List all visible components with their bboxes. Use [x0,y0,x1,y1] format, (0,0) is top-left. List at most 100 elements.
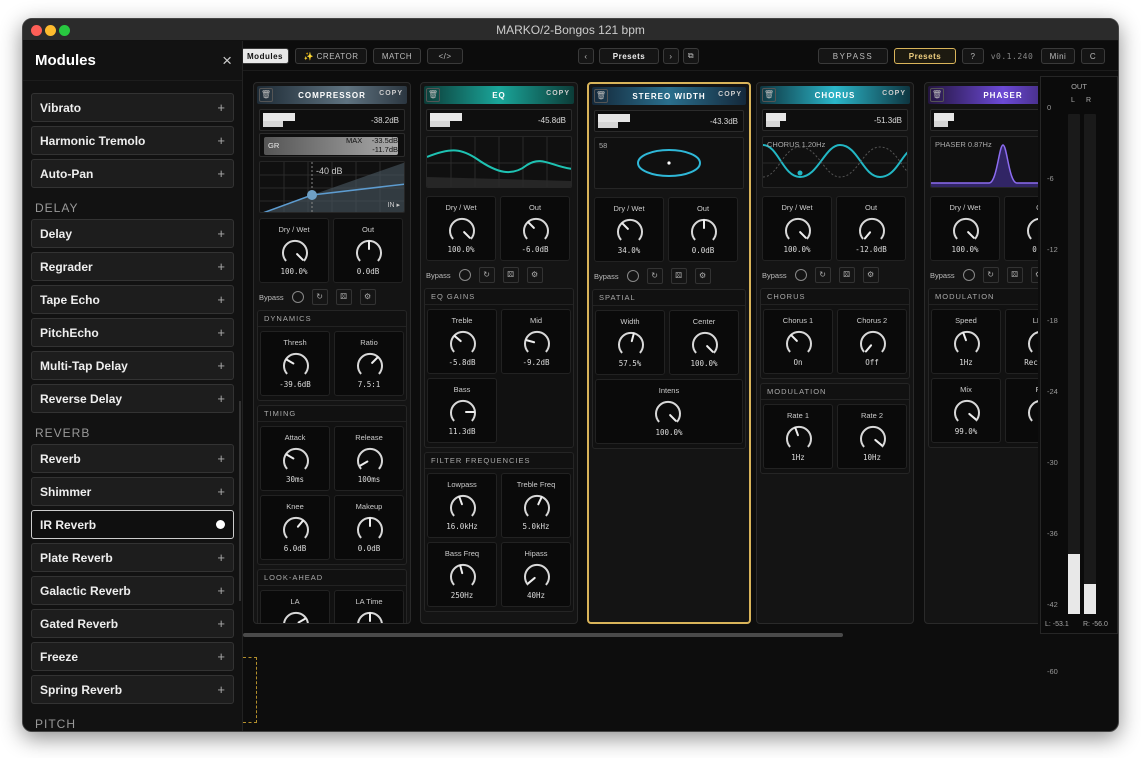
plus-icon[interactable]: + [217,583,225,598]
knob-dial[interactable] [523,329,551,357]
presets-dropdown[interactable]: Presets [599,48,659,64]
module-item-delay[interactable]: Delay + [31,219,234,248]
knob-dial[interactable] [616,217,644,245]
rack-horizontal-scrollbar[interactable] [243,633,843,637]
plus-icon[interactable]: + [217,100,225,115]
refresh-icon[interactable]: ↻ [982,267,999,283]
release-knob[interactable]: Release 100ms [334,426,404,491]
plus-icon[interactable]: + [217,682,225,697]
bypass-all-button[interactable]: BYPASS [818,48,888,64]
knob-dial[interactable] [617,330,645,358]
prev-preset-button[interactable]: ‹ [578,48,594,64]
knob-dial[interactable] [356,351,384,379]
treble-knob[interactable]: Treble -5.8dB [427,309,497,374]
drywet-knob[interactable]: Dry / Wet 34.0% [594,197,664,262]
random-icon[interactable]: ⚄ [670,268,687,284]
lowpass-knob[interactable]: Lowpass 16.0kHz [427,473,497,538]
plus-icon[interactable]: + [217,166,225,181]
plus-icon[interactable]: + [217,325,225,340]
plus-icon[interactable]: + [217,259,225,274]
trash-icon[interactable]: 🗑 [594,89,608,103]
mix-knob[interactable]: Mix 99.0% [931,378,1001,443]
plus-icon[interactable]: + [217,451,225,466]
random-icon[interactable]: ⚄ [502,267,519,283]
hipass-knob[interactable]: Hipass 40Hz [501,542,571,607]
rate-1-knob[interactable]: Rate 1 1Hz [763,404,833,469]
phaser-display[interactable]: PHASER 0.87Hz [930,136,1038,188]
knob-dial[interactable] [449,398,477,426]
plus-icon[interactable]: + [217,616,225,631]
module-item-freeze[interactable]: Freeze + [31,642,234,671]
out-knob[interactable]: Out -6.0dB [500,196,570,261]
knob-dial[interactable] [952,216,980,244]
width-knob[interactable]: Width 57.5% [595,310,665,375]
bypass-toggle[interactable] [291,291,304,303]
makeup-knob[interactable]: Makeup 0.0dB [334,495,404,560]
knob-dial[interactable] [282,515,310,543]
stereo-width-panel[interactable]: 🗑 STEREO WIDTH COPY -43.3dB 58 Dry / Wet… [587,82,751,624]
chorus-1-toggle[interactable]: Chorus 1 On [763,309,833,374]
gear-icon[interactable]: ⚙ [1030,267,1038,283]
center-knob[interactable]: Center 100.0% [669,310,739,375]
attack-knob[interactable]: Attack 30ms [260,426,330,491]
module-item-multi-tap-delay[interactable]: Multi-Tap Delay + [31,351,234,380]
module-item-auto-pan[interactable]: Auto-Pan + [31,159,234,188]
module-item-spring-reverb[interactable]: Spring Reverb + [31,675,234,704]
stereo-field-display[interactable]: 58 [594,137,744,189]
bypass-toggle[interactable] [458,269,471,281]
knob-dial[interactable] [691,330,719,358]
knob-dial[interactable] [449,329,477,357]
knob-dial[interactable] [523,493,551,521]
close-icon[interactable]: × [222,51,232,71]
refresh-icon[interactable]: ↻ [478,267,495,283]
drop-zone[interactable] [243,657,257,723]
intens-knob[interactable]: Intens 100.0% [595,379,743,444]
refresh-icon[interactable]: ↻ [814,267,831,283]
mini-button[interactable]: Mini [1041,48,1075,64]
trash-icon[interactable]: 🗑 [259,88,273,102]
module-item-ir-reverb[interactable]: IR Reverb [31,510,234,539]
knob-dial[interactable] [785,329,813,357]
refresh-icon[interactable]: ↻ [646,268,663,284]
drywet-knob[interactable]: Dry / Wet 100.0% [259,218,329,283]
knob-dial[interactable] [784,216,812,244]
knob-dial[interactable] [858,216,886,244]
gear-icon[interactable]: ⚙ [359,289,376,305]
random-icon[interactable]: ⚄ [1006,267,1023,283]
plus-icon[interactable]: + [217,226,225,241]
speed-knob[interactable]: Speed 1Hz [931,309,1001,374]
out-knob[interactable]: Out 0.0dB [668,197,738,262]
module-item-gated-reverb[interactable]: Gated Reverb + [31,609,234,638]
feedback-knob[interactable]: Fe 0 [1005,378,1038,443]
gear-icon[interactable]: ⚙ [526,267,543,283]
bass-freq-knob[interactable]: Bass Freq 250Hz [427,542,497,607]
treble-freq-knob[interactable]: Treble Freq 5.0kHz [501,473,571,538]
copy-button[interactable]: COPY [718,91,742,98]
plus-icon[interactable]: + [217,133,225,148]
bypass-toggle[interactable] [626,270,639,282]
out-knob[interactable]: O 0.0 [1004,196,1038,261]
module-item-harmonic-tremolo[interactable]: Harmonic Tremolo + [31,126,234,155]
thresh-knob[interactable]: Thresh -39.6dB [260,331,330,396]
knob-dial[interactable] [1026,216,1038,244]
plus-icon[interactable]: + [217,358,225,373]
chorus-lfo-display[interactable]: CHORUS 1.20Hz [762,136,908,188]
bypass-toggle[interactable] [794,269,807,281]
knob-dial[interactable] [523,562,551,590]
plus-icon[interactable]: + [217,292,225,307]
plus-icon[interactable]: + [217,550,225,565]
module-item-plate-reverb[interactable]: Plate Reverb + [31,543,234,572]
knob-dial[interactable] [1027,398,1038,426]
trash-icon[interactable]: 🗑 [930,88,944,102]
module-item-pitchecho[interactable]: PitchEcho + [31,318,234,347]
sidebar-scrollbar[interactable] [239,401,241,601]
gear-icon[interactable]: ⚙ [694,268,711,284]
gear-icon[interactable]: ⚙ [862,267,879,283]
knob-dial[interactable] [282,351,310,379]
duplicate-icon[interactable]: ⧉ [683,48,699,64]
copy-button[interactable]: COPY [379,90,403,97]
la-knob[interactable]: LA [260,590,330,623]
la-time-knob[interactable]: LA Time [334,590,404,623]
knob-dial[interactable] [690,217,718,245]
knob-dial[interactable] [356,446,384,474]
